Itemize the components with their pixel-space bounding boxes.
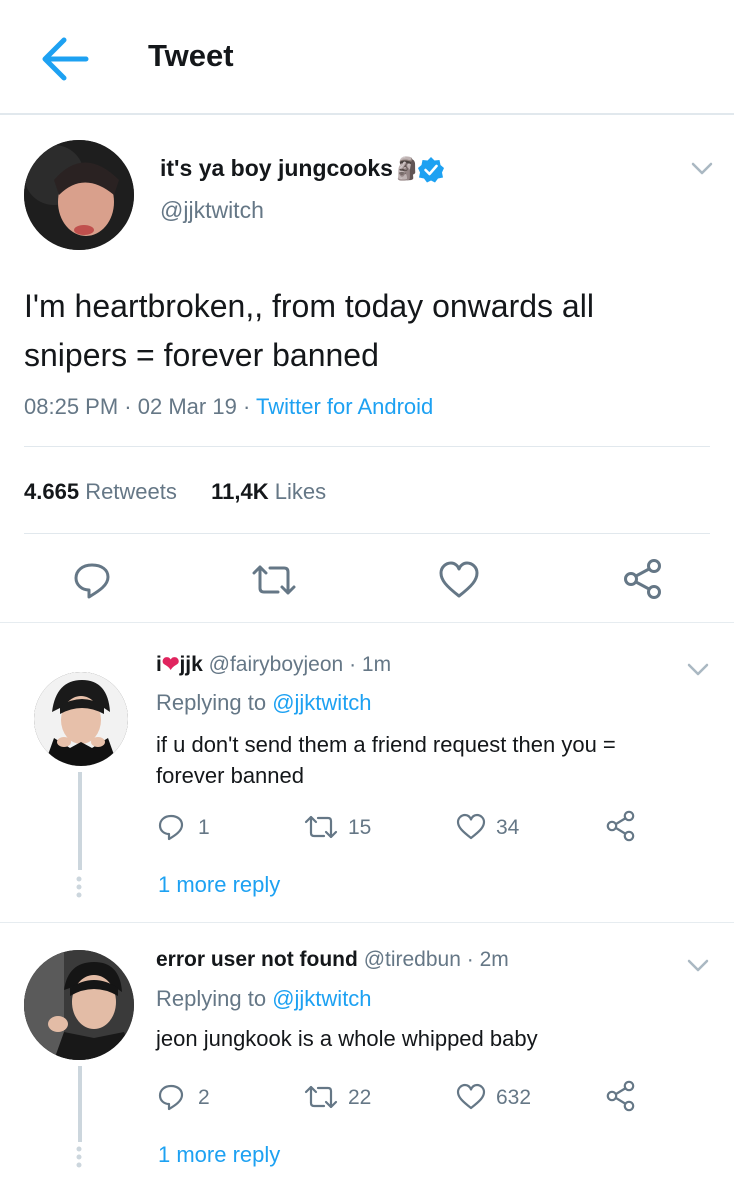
divider [0, 622, 734, 623]
reply-header: i❤jjk @fairyboyjeon · 1m [156, 653, 392, 676]
verified-badge-icon [418, 157, 444, 183]
reply-count: 2 [198, 1086, 210, 1109]
tweet-time: 08:25 PM [24, 394, 119, 419]
like-count: 632 [496, 1086, 532, 1109]
more-replies-link[interactable]: 1 more reply [158, 872, 280, 898]
tweet-text: I'm heartbroken,, from today onwards all… [24, 288, 594, 373]
reply-text: if u don't send them a friend request th… [156, 732, 616, 788]
share-icon[interactable] [605, 810, 637, 842]
heart-emoji: ❤ [161, 653, 180, 676]
thread-line [78, 772, 82, 870]
reply-age: 2m [479, 948, 509, 971]
likes-stat[interactable]: 11,4K Likes [211, 479, 326, 504]
like-icon[interactable] [456, 813, 486, 841]
handle[interactable]: @jjktwitch [160, 197, 264, 224]
avatar-photo [24, 950, 134, 1060]
retweet-icon[interactable] [303, 1084, 339, 1110]
reply-handle[interactable]: @tiredbun [364, 948, 461, 971]
retweet-count: 22 [348, 1086, 372, 1109]
more-replies-link[interactable]: 1 more reply [158, 1142, 280, 1168]
avatar-photo [34, 672, 128, 766]
avatar[interactable] [24, 140, 134, 250]
chevron-down-icon[interactable] [686, 957, 710, 975]
replying-to: Replying to @jjktwitch [156, 986, 372, 1011]
reply-display-name[interactable]: error user not found [156, 948, 358, 971]
tweet-date: 02 Mar 19 [137, 394, 237, 419]
reply-age: 1m [361, 653, 392, 676]
page-title: Tweet [148, 38, 234, 73]
replying-to-link[interactable]: @jjktwitch [272, 690, 371, 715]
replying-to-link[interactable]: @jjktwitch [272, 986, 371, 1011]
reply-display-name[interactable]: i❤jjk [156, 653, 203, 676]
reply-text: jeon jungkook is a whole whipped baby [156, 1026, 538, 1051]
back-button[interactable] [40, 36, 90, 82]
reply-icon[interactable] [157, 1083, 185, 1111]
like-icon[interactable] [438, 560, 480, 600]
tweet-source-link[interactable]: Twitter for Android [256, 394, 433, 419]
divider [0, 922, 734, 923]
retweet-count: 15 [348, 816, 372, 839]
retweet-icon[interactable] [303, 814, 339, 840]
retweet-icon[interactable] [250, 562, 298, 598]
avatar-photo [24, 140, 134, 250]
like-count: 34 [496, 816, 520, 839]
reply-header: error user not found @tiredbun · 2m [156, 948, 509, 971]
share-icon[interactable] [605, 1080, 637, 1112]
chevron-down-icon[interactable] [690, 160, 714, 178]
reply-handle[interactable]: @fairyboyjeon [209, 653, 344, 676]
reply-avatar[interactable] [24, 950, 134, 1060]
share-icon[interactable] [622, 558, 664, 600]
top-bar [0, 0, 734, 115]
replying-to: Replying to @jjktwitch [156, 690, 372, 715]
like-icon[interactable] [456, 1083, 486, 1111]
engagement-stats: 4.665 Retweets 11,4K Likes [24, 479, 326, 505]
more-dots-icon [76, 876, 82, 898]
arrow-left-icon [42, 37, 89, 81]
thread-line [78, 1066, 82, 1142]
reply-icon[interactable] [72, 560, 112, 600]
divider [24, 533, 710, 534]
chevron-down-icon[interactable] [686, 661, 710, 679]
tweet-meta: 08:25 PM · 02 Mar 19 · Twitter for Andro… [24, 394, 434, 419]
reply-count: 1 [198, 816, 210, 839]
retweets-stat[interactable]: 4.665 Retweets [24, 479, 177, 504]
display-name[interactable]: it's ya boy jungcooks🗿 [160, 155, 420, 182]
more-dots-icon [76, 1146, 82, 1168]
reply-avatar[interactable] [34, 672, 128, 766]
divider [24, 446, 710, 447]
reply-icon[interactable] [157, 813, 185, 841]
